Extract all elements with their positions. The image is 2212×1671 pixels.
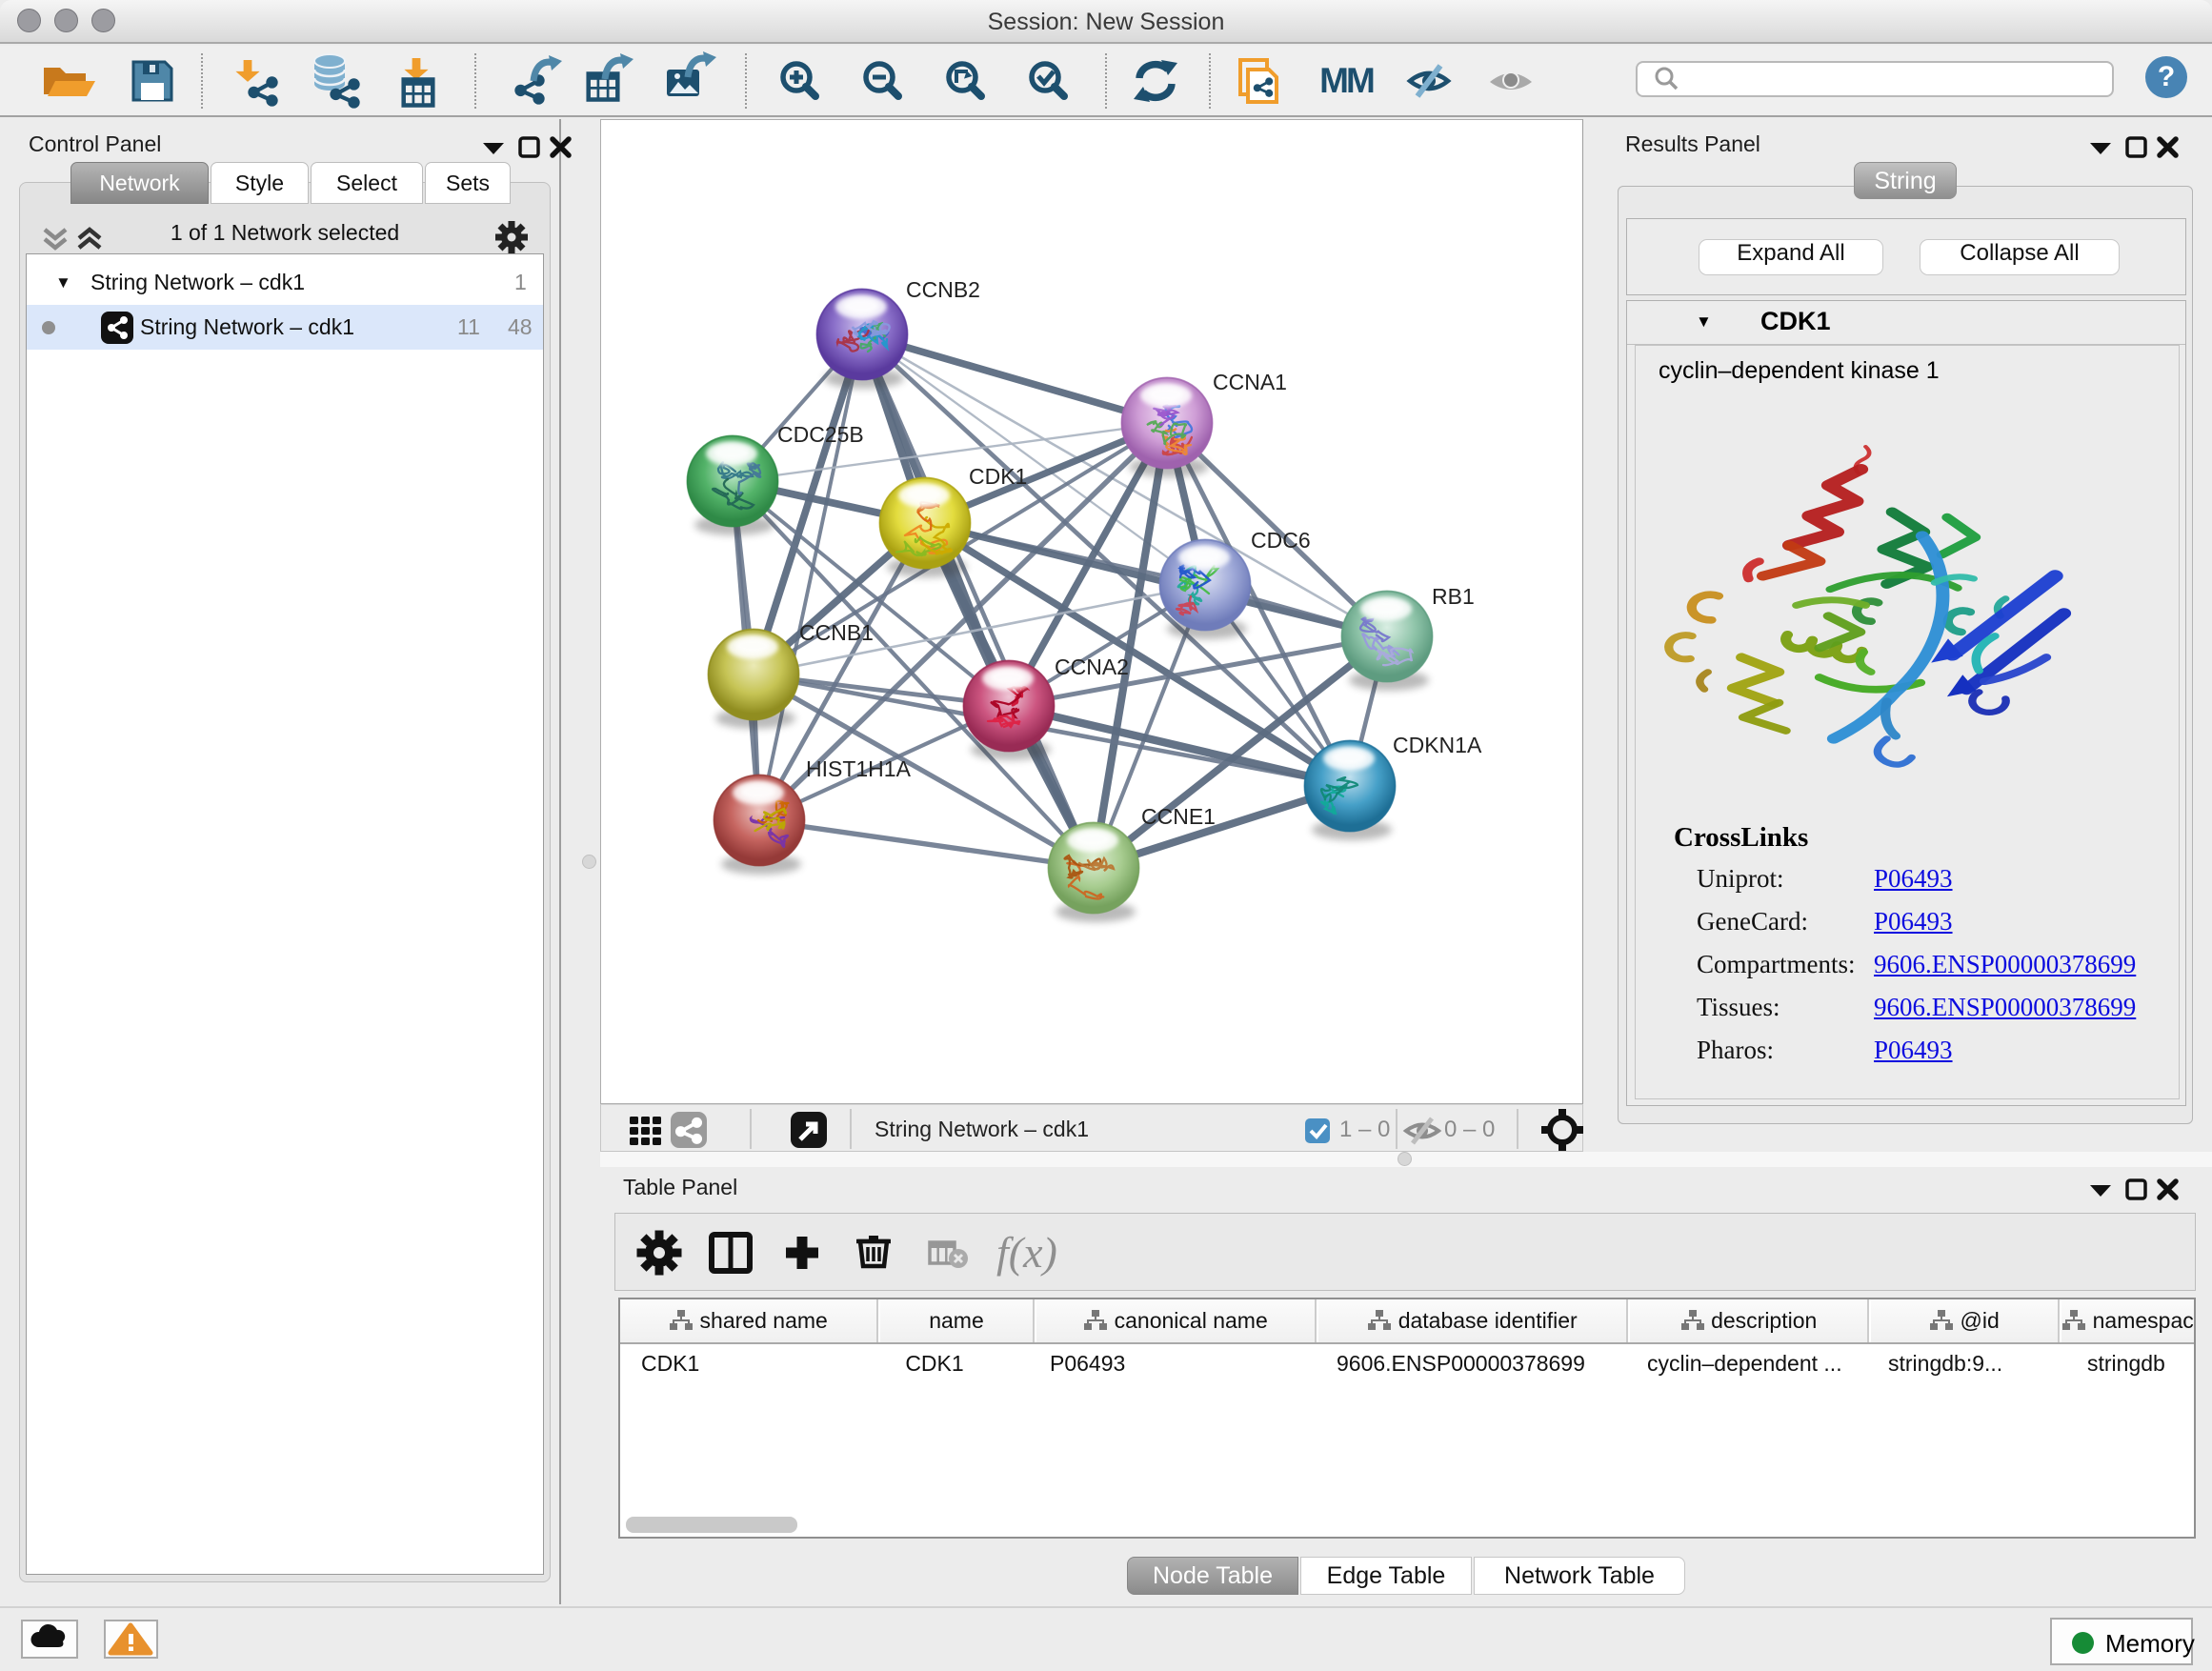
svg-text:f(x): f(x) — [996, 1228, 1057, 1277]
svg-text:CCNE1: CCNE1 — [1141, 804, 1216, 829]
svg-text:CCNB2: CCNB2 — [906, 277, 980, 302]
svg-text:CCNA1: CCNA1 — [1213, 370, 1287, 394]
svg-text:CDK1: CDK1 — [969, 464, 1027, 489]
svg-text:MM: MM — [1319, 61, 1374, 100]
svg-text:CDC6: CDC6 — [1251, 528, 1311, 553]
svg-text:CCNA2: CCNA2 — [1055, 654, 1129, 679]
svg-text:HIST1H1A: HIST1H1A — [806, 756, 912, 781]
svg-text:CDC25B: CDC25B — [777, 422, 864, 447]
svg-text:RB1: RB1 — [1432, 584, 1475, 609]
svg-text:CCNB1: CCNB1 — [799, 620, 874, 645]
svg-text:CDKN1A: CDKN1A — [1393, 733, 1482, 757]
